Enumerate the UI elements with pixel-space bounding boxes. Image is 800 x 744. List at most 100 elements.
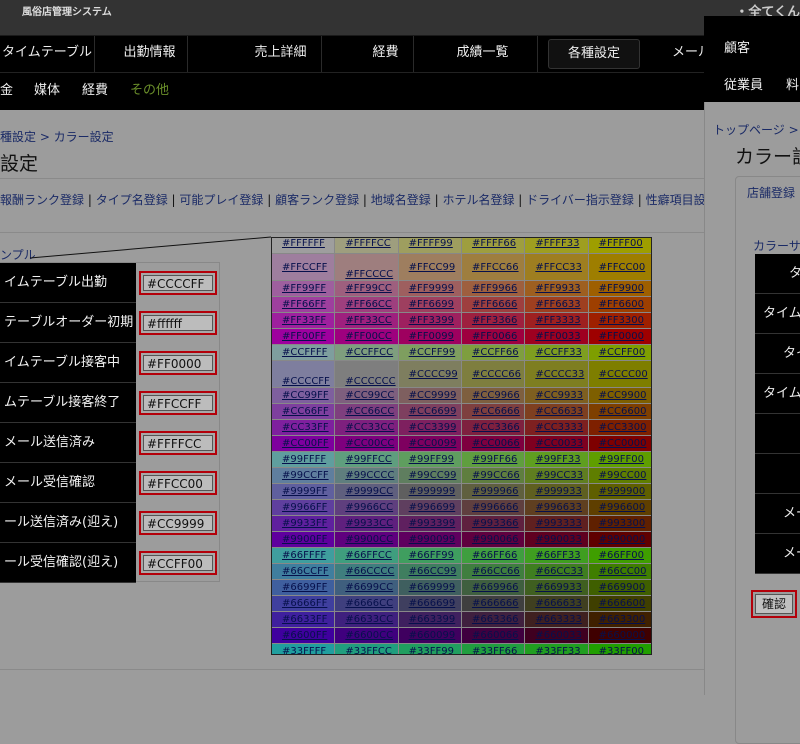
palette-swatch[interactable]: #CCFF66 xyxy=(461,345,525,360)
color-value-input[interactable]: #CC9999 xyxy=(143,515,213,531)
palette-swatch[interactable]: #660099 xyxy=(398,628,461,643)
palette-swatch[interactable]: #FF0000 xyxy=(588,329,651,344)
color-value-input[interactable]: #FFCC00 xyxy=(143,475,213,491)
color-value-input[interactable]: #ffffff xyxy=(143,315,213,331)
palette-swatch[interactable]: #CC9900 xyxy=(588,388,651,403)
palette-swatch[interactable]: #66CC66 xyxy=(461,564,525,579)
palette-swatch[interactable]: #CCCC66 xyxy=(461,361,525,387)
palette-swatch[interactable]: #663300 xyxy=(588,612,651,627)
palette-swatch[interactable]: #993366 xyxy=(461,516,525,531)
palette-swatch[interactable]: #CC6699 xyxy=(398,404,461,419)
palette-swatch[interactable]: #6633FF xyxy=(272,612,335,627)
palette-swatch[interactable]: #CC3366 xyxy=(461,420,525,435)
subnav-item[interactable]: 金 xyxy=(0,73,13,109)
settings-link[interactable]: ホテル名登録 xyxy=(442,193,514,207)
palette-swatch[interactable]: #FF99FF xyxy=(272,281,335,296)
breadcrumb[interactable]: 種設定 > カラー設定 xyxy=(0,128,114,145)
palette-swatch[interactable]: #99CC66 xyxy=(461,468,525,483)
palette-swatch[interactable]: #FFCC33 xyxy=(525,254,588,280)
palette-swatch[interactable]: #996666 xyxy=(461,500,525,515)
palette-swatch[interactable]: #FF3366 xyxy=(461,313,525,328)
palette-swatch[interactable]: #66FFFF xyxy=(272,548,335,563)
palette-swatch[interactable]: #6666FF xyxy=(272,596,335,611)
palette-swatch[interactable]: #CC33FF xyxy=(272,420,335,435)
palette-swatch[interactable]: #99FF99 xyxy=(398,452,461,467)
palette-swatch[interactable]: #CC9933 xyxy=(525,388,588,403)
right-breadcrumb[interactable]: トップページ > 各 xyxy=(713,121,800,138)
palette-swatch[interactable]: #FF3399 xyxy=(398,313,461,328)
palette-swatch[interactable]: #99FFCC xyxy=(335,452,398,467)
palette-swatch[interactable]: #FFFF66 xyxy=(461,238,525,253)
palette-swatch[interactable]: #99CCCC xyxy=(335,468,398,483)
palette-swatch[interactable]: #CC3399 xyxy=(398,420,461,435)
palette-swatch[interactable]: #6633CC xyxy=(335,612,398,627)
color-value-input[interactable]: #CCFF00 xyxy=(143,555,213,571)
palette-swatch[interactable]: #FF00FF xyxy=(272,329,335,344)
palette-swatch[interactable]: #66FF00 xyxy=(588,548,651,563)
palette-swatch[interactable]: #33FFCC xyxy=(335,644,398,654)
palette-swatch[interactable]: #CC3300 xyxy=(588,420,651,435)
palette-swatch[interactable]: #FF99CC xyxy=(335,281,398,296)
palette-swatch[interactable]: #CC9999 xyxy=(398,388,461,403)
palette-swatch[interactable]: #9999CC xyxy=(335,484,398,499)
palette-swatch[interactable]: #996600 xyxy=(588,500,651,515)
palette-swatch[interactable]: #FFFFFF xyxy=(272,238,335,253)
palette-swatch[interactable]: #FFFF00 xyxy=(588,238,651,253)
palette-swatch[interactable]: #9933CC xyxy=(335,516,398,531)
palette-swatch[interactable]: #99FF00 xyxy=(588,452,651,467)
palette-swatch[interactable]: #999933 xyxy=(525,484,588,499)
subnav-item[interactable]: 媒体 xyxy=(34,73,60,109)
palette-swatch[interactable]: #99CC00 xyxy=(588,468,651,483)
palette-swatch[interactable]: #66FF33 xyxy=(525,548,588,563)
palette-swatch[interactable]: #663366 xyxy=(461,612,525,627)
palette-swatch[interactable]: #FFCCCC xyxy=(335,254,398,280)
palette-swatch[interactable]: #CC0066 xyxy=(461,436,525,451)
palette-swatch[interactable]: #666633 xyxy=(525,596,588,611)
palette-swatch[interactable]: #CC6666 xyxy=(461,404,525,419)
palette-swatch[interactable]: #FF9900 xyxy=(588,281,651,296)
palette-swatch[interactable]: #6666CC xyxy=(335,596,398,611)
subnav-item[interactable]: その他 xyxy=(130,73,169,109)
palette-swatch[interactable]: #990000 xyxy=(588,532,651,547)
palette-swatch[interactable]: #FFCC66 xyxy=(461,254,525,280)
palette-swatch[interactable]: #FF6666 xyxy=(461,297,525,312)
palette-swatch[interactable]: #FF33CC xyxy=(335,313,398,328)
palette-swatch[interactable]: #99FFFF xyxy=(272,452,335,467)
color-value-input[interactable]: #FF0000 xyxy=(143,355,213,371)
palette-swatch[interactable]: #FFCC99 xyxy=(398,254,461,280)
palette-swatch[interactable]: #669966 xyxy=(461,580,525,595)
palette-swatch[interactable]: #9900FF xyxy=(272,532,335,547)
palette-swatch[interactable]: #CC0033 xyxy=(525,436,588,451)
nav-item[interactable]: 出勤情報 xyxy=(112,36,188,72)
subnav-item[interactable]: 経費 xyxy=(82,73,108,109)
palette-swatch[interactable]: #9900CC xyxy=(335,532,398,547)
palette-swatch[interactable]: #FF9966 xyxy=(461,281,525,296)
nav-fee[interactable]: 料 xyxy=(786,74,799,93)
palette-swatch[interactable]: #CCCC99 xyxy=(398,361,461,387)
settings-link[interactable]: 地域名登録 xyxy=(371,193,431,207)
palette-swatch[interactable]: #6699CC xyxy=(335,580,398,595)
palette-swatch[interactable]: #FFCC00 xyxy=(588,254,651,280)
palette-swatch[interactable]: #FF6699 xyxy=(398,297,461,312)
palette-swatch[interactable]: #660066 xyxy=(461,628,525,643)
palette-swatch[interactable]: #CC3333 xyxy=(525,420,588,435)
palette-swatch[interactable]: #CCCCFF xyxy=(272,361,335,387)
palette-swatch[interactable]: #FF6633 xyxy=(525,297,588,312)
palette-swatch[interactable]: #CC99FF xyxy=(272,388,335,403)
palette-swatch[interactable]: #FF0099 xyxy=(398,329,461,344)
color-value-input[interactable]: #CCCCFF xyxy=(143,275,213,291)
palette-swatch[interactable]: #669933 xyxy=(525,580,588,595)
palette-swatch[interactable]: #993333 xyxy=(525,516,588,531)
palette-swatch[interactable]: #FF0066 xyxy=(461,329,525,344)
palette-swatch[interactable]: #66CC33 xyxy=(525,564,588,579)
palette-swatch[interactable]: #CC66CC xyxy=(335,404,398,419)
palette-swatch[interactable]: #669999 xyxy=(398,580,461,595)
palette-swatch[interactable]: #990099 xyxy=(398,532,461,547)
palette-swatch[interactable]: #CC00FF xyxy=(272,436,335,451)
palette-swatch[interactable]: #99FF66 xyxy=(461,452,525,467)
palette-swatch[interactable]: #FF66FF xyxy=(272,297,335,312)
palette-swatch[interactable]: #99FF33 xyxy=(525,452,588,467)
palette-swatch[interactable]: #9933FF xyxy=(272,516,335,531)
nav-item[interactable]: 経費 xyxy=(358,36,414,72)
palette-swatch[interactable]: #99CCFF xyxy=(272,468,335,483)
